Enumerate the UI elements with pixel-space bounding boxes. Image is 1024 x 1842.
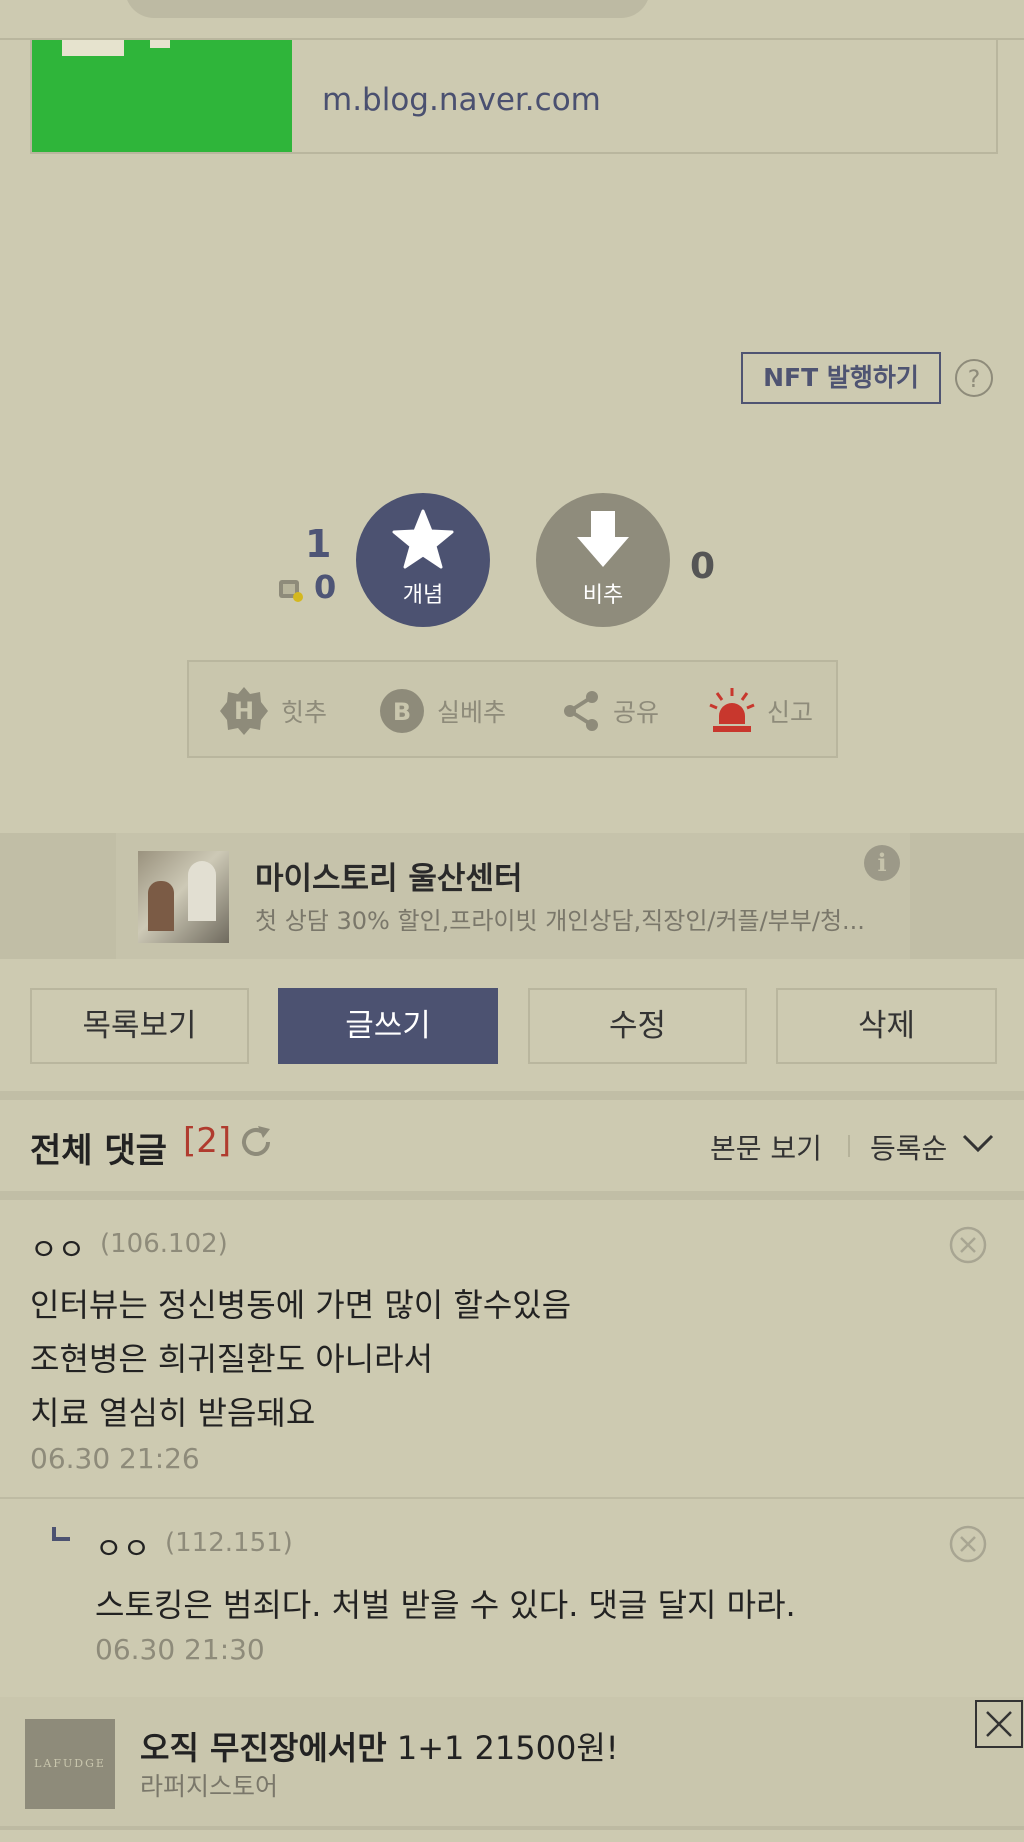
bottom-ad-banner[interactable]: LAFUDGE 오직 무진장에서만 1+1 21500원! 라퍼지스토어: [0, 1697, 1024, 1826]
section-divider: [0, 1091, 1024, 1100]
best-icon: B: [380, 689, 424, 733]
comment-line: 치료 열심히 받음돼요: [30, 1394, 316, 1432]
help-icon[interactable]: ?: [955, 359, 993, 397]
comments-title: 전체 댓글: [30, 1131, 167, 1171]
ad-image: [138, 851, 229, 943]
close-icon[interactable]: [975, 1700, 1023, 1748]
view-body-link[interactable]: 본문 보기: [710, 1127, 822, 1167]
reply-indicator-icon: [52, 1527, 70, 1541]
ad-banner[interactable]: 마이스토리 울산센터 첫 상담 30% 할인,프라이빗 개인상담,직장인/커플/…: [0, 833, 1024, 959]
ad-title: 마이스토리 울산센터: [255, 861, 523, 897]
edit-button[interactable]: 수정: [528, 988, 747, 1064]
comment-line: 스토킹은 범죄다. 처벌 받을 수 있다. 댓글 달지 마라.: [95, 1586, 796, 1624]
top-bar: [0, 0, 1024, 40]
downvote-button[interactable]: 비추: [536, 493, 670, 627]
svg-text:H: H: [234, 697, 254, 725]
sort-select[interactable]: 등록순: [870, 1127, 947, 1167]
comment-author: ㅇㅇ: [95, 1532, 151, 1567]
star-icon: [392, 509, 454, 569]
share-action[interactable]: 공유: [561, 686, 659, 736]
comment-ip: (106.102): [100, 1229, 228, 1259]
chevron-down-icon[interactable]: [962, 1134, 994, 1154]
link-thumbnail: [32, 40, 292, 152]
upvote-button[interactable]: 개념: [356, 493, 490, 627]
report-action[interactable]: 신고: [709, 686, 813, 736]
comment-author: ㅇㅇ: [30, 1233, 86, 1268]
ad-logo: LAFUDGE: [25, 1719, 115, 1809]
section-divider: [0, 1191, 1024, 1200]
write-button[interactable]: 글쓰기: [278, 988, 498, 1064]
bottom-border: [0, 1826, 1024, 1830]
bottom-ad-subtitle: 라퍼지스토어: [140, 1772, 279, 1801]
best-recommend-action[interactable]: B 실베추: [379, 686, 506, 736]
comment-date: 06.30 21:30: [95, 1633, 265, 1666]
delete-button[interactable]: 삭제: [776, 988, 997, 1064]
recommend-count: 1: [305, 522, 332, 566]
comment-separator: [0, 1497, 1024, 1499]
refresh-icon[interactable]: [238, 1124, 274, 1160]
nft-issue-button[interactable]: NFT 발행하기: [741, 352, 941, 404]
header-separator: [848, 1135, 850, 1157]
downvote-count: 0: [690, 546, 716, 587]
action-label: 신고: [767, 698, 814, 727]
search-bar[interactable]: [125, 0, 650, 18]
fixed-recommend-count: 0: [314, 568, 337, 606]
hit-recommend-action[interactable]: H 힛추: [219, 686, 327, 736]
comment-delete-icon[interactable]: [949, 1226, 987, 1264]
downvote-label: 비추: [582, 583, 624, 608]
upvote-label: 개념: [402, 583, 444, 608]
link-preview-card[interactable]: m.blog.naver.com: [30, 40, 998, 154]
comment-delete-icon[interactable]: [949, 1525, 987, 1563]
action-label: 공유: [613, 698, 660, 727]
comment-date: 06.30 21:26: [30, 1442, 200, 1475]
comment-ip: (112.151): [165, 1528, 293, 1558]
siren-icon: [709, 688, 755, 732]
comments-count: [2]: [183, 1121, 232, 1161]
fixed-recommend-icon: [279, 580, 303, 602]
action-label: 실베추: [437, 698, 507, 727]
comment-line: 인터뷰는 정신병동에 가면 많이 할수있음: [30, 1286, 572, 1324]
hit-icon: H: [220, 687, 268, 735]
link-url[interactable]: m.blog.naver.com: [322, 82, 601, 118]
ad-info-icon[interactable]: i: [864, 845, 900, 881]
share-icon: [564, 691, 598, 731]
post-actions: H 힛추 B 실베추 공유 신고: [187, 660, 838, 758]
list-button[interactable]: 목록보기: [30, 988, 249, 1064]
arrow-down-icon: [577, 511, 629, 567]
bottom-ad-title: 오직 무진장에서만 1+1 21500원!: [140, 1729, 619, 1767]
ad-description: 첫 상담 30% 할인,프라이빗 개인상담,직장인/커플/부부/청...: [255, 907, 865, 935]
svg-text:B: B: [393, 698, 411, 726]
action-label: 힛추: [281, 698, 328, 727]
comment-line: 조현병은 희귀질환도 아니라서: [30, 1340, 434, 1378]
